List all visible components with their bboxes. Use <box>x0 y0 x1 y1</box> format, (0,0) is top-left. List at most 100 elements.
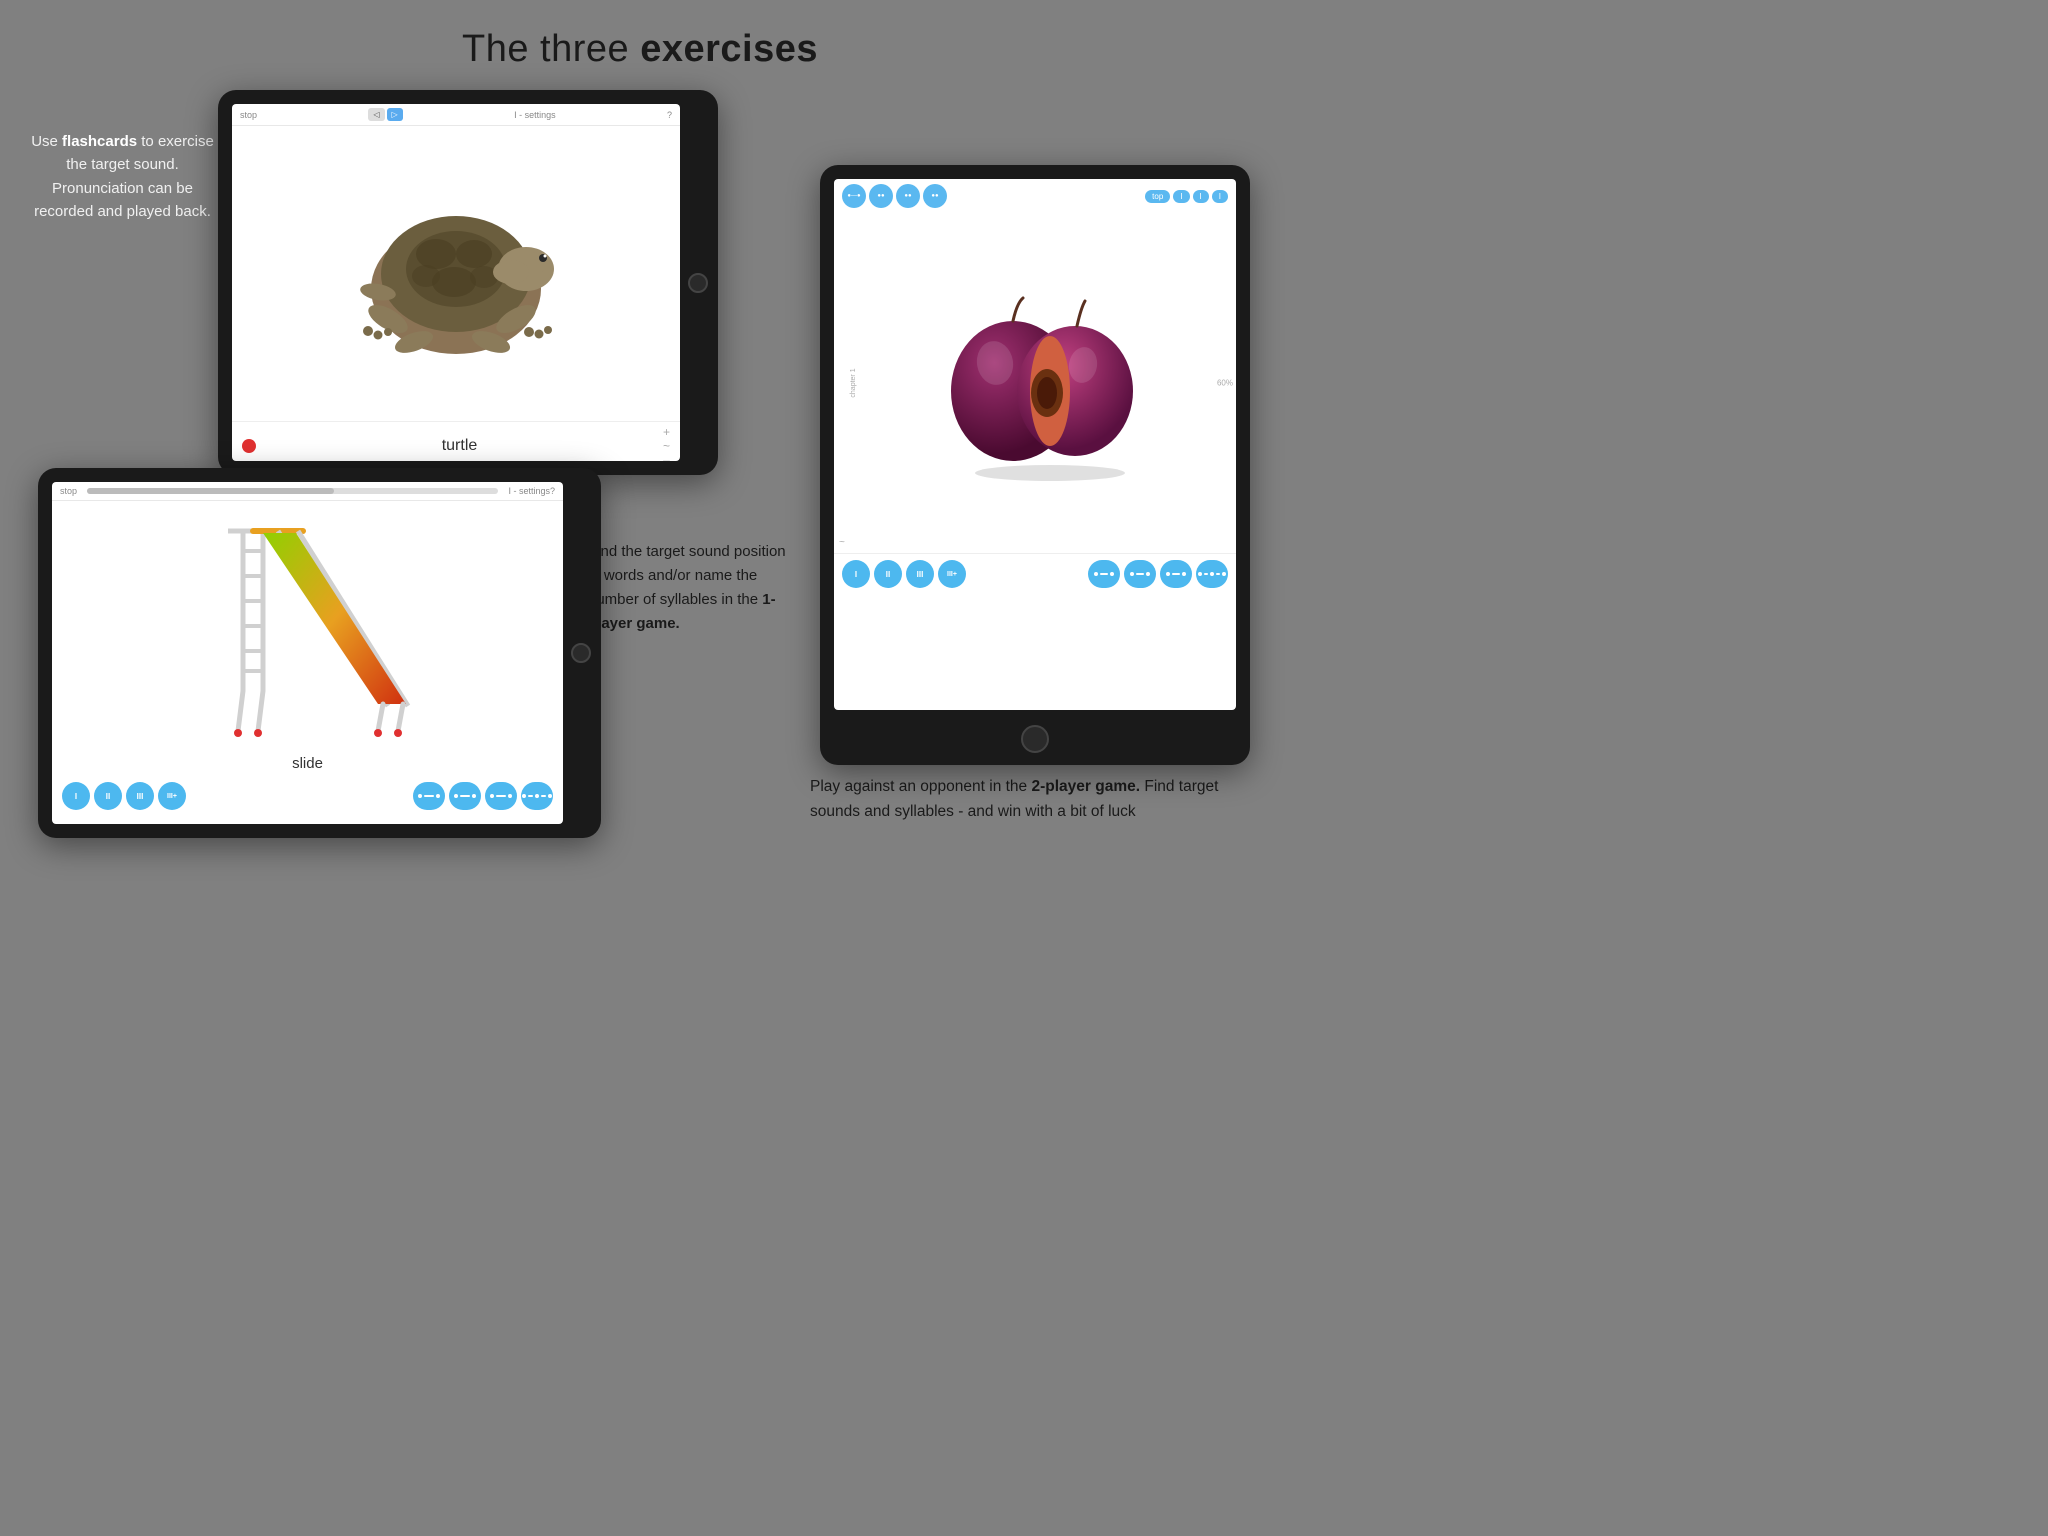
settings-btn[interactable]: I - settings <box>508 486 550 496</box>
home-button[interactable] <box>688 273 708 293</box>
plum-pos-btn-2[interactable]: ●● <box>869 184 893 208</box>
turtle-image-area <box>232 126 680 421</box>
dot <box>472 794 476 798</box>
plum-image-area: chapter 1 60% ~ <box>834 213 1236 553</box>
score-1: I <box>1173 190 1189 203</box>
ipad-2player: ●—● ●● ●● ●● top I I I chapter 1 60% ~ <box>820 165 1250 765</box>
line <box>1216 573 1220 575</box>
flashcard-footer: turtle + ~ – <box>232 421 680 461</box>
line <box>1172 573 1180 575</box>
plum-pos-btn-3[interactable]: ●● <box>896 184 920 208</box>
dot <box>1146 572 1150 576</box>
dot <box>490 794 494 798</box>
ipad-1player: stop I - settings ? <box>38 468 601 838</box>
dot <box>1182 572 1186 576</box>
desc-flashcard: Use flashcards to exercise the target so… <box>30 130 215 223</box>
line <box>1136 573 1144 575</box>
plum-pos-btns <box>1088 560 1228 588</box>
settings-label[interactable]: I - settings <box>514 110 556 120</box>
help-btn[interactable]: ? <box>550 486 555 496</box>
plum-syllable-btns: I II III III+ <box>842 560 966 588</box>
dot <box>1110 572 1114 576</box>
line <box>424 795 434 797</box>
position-btn-group <box>413 782 553 810</box>
progress-fill <box>87 488 334 494</box>
plum-pos-dot-btn-4[interactable] <box>1196 560 1228 588</box>
prev-btn[interactable]: ◁ <box>368 108 384 121</box>
plum-pos-dot-btn-3[interactable] <box>1160 560 1192 588</box>
game-buttons: I II III III+ <box>52 776 563 816</box>
score-2: I <box>1193 190 1209 203</box>
desc-2player: Play against an opponent in the 2-player… <box>810 775 1230 825</box>
slide-toolbar: stop I - settings ? <box>52 482 563 501</box>
slide-illustration <box>188 511 428 741</box>
progress-bar <box>87 488 498 494</box>
line <box>541 795 546 797</box>
plum-syl-btn-1[interactable]: I <box>842 560 870 588</box>
nav-btn-group: ◁ ▷ <box>368 108 402 121</box>
pos-btn-2[interactable] <box>449 782 481 810</box>
plum-syl-btn-3[interactable]: III <box>906 560 934 588</box>
slide-image-area <box>52 501 563 751</box>
syllable-btn-1[interactable]: I <box>62 782 90 810</box>
pos-btn-4[interactable] <box>521 782 553 810</box>
dot <box>1210 572 1214 576</box>
syllable-btn-4[interactable]: III+ <box>158 782 186 810</box>
stop-button[interactable]: stop <box>240 110 257 120</box>
line <box>528 795 533 797</box>
plum-pos-dot-btn-1[interactable] <box>1088 560 1120 588</box>
nav-minus[interactable]: – <box>663 454 670 461</box>
plum-pos-btn-4[interactable]: ●● <box>923 184 947 208</box>
page-title: The three exercises <box>0 0 1280 71</box>
dot <box>548 794 552 798</box>
score-3: I <box>1212 190 1228 203</box>
syllable-btn-group: I II III III+ <box>62 782 186 810</box>
plum-btn-group-left: ●—● ●● ●● ●● <box>842 184 947 208</box>
syllable-btn-2[interactable]: II <box>94 782 122 810</box>
line <box>1100 573 1108 575</box>
slide-word: slide <box>52 751 563 776</box>
dot <box>1166 572 1170 576</box>
line <box>1204 573 1208 575</box>
dot <box>1094 572 1098 576</box>
plum-toolbar: ●—● ●● ●● ●● top I I I <box>834 179 1236 213</box>
plum-pos-dot-btn-2[interactable] <box>1124 560 1156 588</box>
flashcard-screen: stop ◁ ▷ I - settings ? <box>232 104 680 461</box>
flashcard-toolbar: stop ◁ ▷ I - settings ? <box>232 104 680 126</box>
plum-syl-btn-2[interactable]: II <box>874 560 902 588</box>
nav-controls: + ~ – <box>663 426 670 461</box>
syllable-btn-3[interactable]: III <box>126 782 154 810</box>
home-button[interactable] <box>571 643 591 663</box>
dot <box>418 794 422 798</box>
chapter-label: chapter 1 <box>850 368 857 397</box>
record-button[interactable] <box>242 439 256 453</box>
1player-screen: stop I - settings ? <box>52 482 563 824</box>
stop-btn[interactable]: stop <box>60 486 77 496</box>
home-button[interactable] <box>1021 725 1049 753</box>
dot <box>1198 572 1202 576</box>
nav-plus[interactable]: + <box>663 426 670 438</box>
plum-pos-btn-1[interactable]: ●—● <box>842 184 866 208</box>
dot <box>1130 572 1134 576</box>
turtle-illustration <box>296 144 616 404</box>
line <box>460 795 470 797</box>
score-top: top <box>1145 190 1170 203</box>
2player-screen: ●—● ●● ●● ●● top I I I chapter 1 60% ~ <box>834 179 1236 710</box>
help-btn[interactable]: ? <box>667 110 672 120</box>
dot <box>535 794 539 798</box>
plum-illustration <box>935 283 1135 483</box>
nav-tilde[interactable]: ~ <box>663 440 670 452</box>
progress-percent: 60% <box>1217 379 1233 388</box>
pos-btn-3[interactable] <box>485 782 517 810</box>
dot <box>436 794 440 798</box>
word-display: turtle <box>442 437 478 455</box>
plum-game-buttons: I II III III+ <box>834 553 1236 594</box>
dot <box>454 794 458 798</box>
ipad-flashcard: stop ◁ ▷ I - settings ? <box>218 90 718 475</box>
next-btn[interactable]: ▷ <box>387 108 403 121</box>
plum-score-group: top I I I <box>1145 190 1228 203</box>
pos-btn-1[interactable] <box>413 782 445 810</box>
dot <box>522 794 526 798</box>
plum-syl-btn-4[interactable]: III+ <box>938 560 966 588</box>
nav-arrow[interactable]: ~ <box>839 537 845 548</box>
